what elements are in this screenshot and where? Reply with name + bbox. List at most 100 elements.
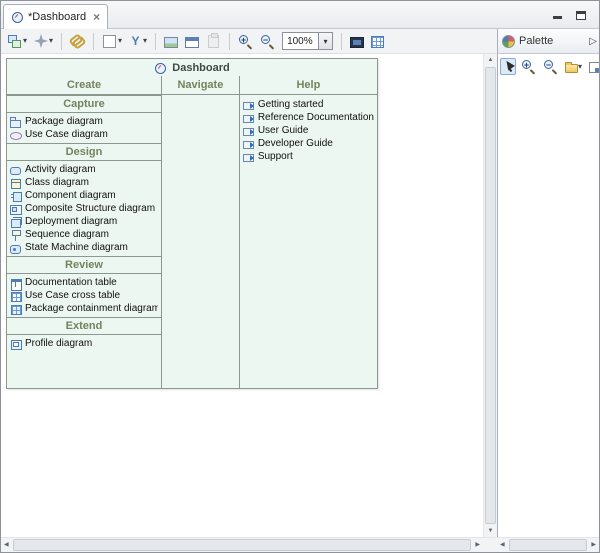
chevron-down-icon[interactable]: ▾ — [578, 63, 582, 71]
snapshot-icon — [350, 37, 364, 48]
dashboard-widget[interactable]: Dashboard Create Capture — [6, 58, 378, 389]
paste-button[interactable] — [204, 32, 223, 51]
dashboard-create-item[interactable]: Documentation table — [7, 276, 161, 289]
navigate-column: Navigate — [162, 76, 240, 388]
dashboard-create-item[interactable]: Sequence diagram — [7, 228, 161, 241]
dashboard-create-item[interactable]: Activity diagram — [7, 163, 161, 176]
smart-layout-button[interactable]: ▾ — [32, 32, 55, 50]
zoom-in-button[interactable]: + — [236, 32, 255, 51]
section-items: Profile diagram — [7, 335, 161, 352]
dashboard-create-item[interactable]: State Machine diagram — [7, 241, 161, 254]
diagram-toolbar: ▾ ▾ ▾ Y ▾ — [1, 29, 497, 54]
dashboard-create-item[interactable]: Class diagram — [7, 176, 161, 189]
section-header: Design — [7, 144, 161, 161]
snapshot-button[interactable] — [348, 33, 366, 50]
palette-horizontal-scrollbar[interactable]: ◀ ▶ — [497, 538, 599, 552]
horizontal-scrollbar[interactable]: ◀ ▶ — [1, 538, 483, 552]
minimize-button[interactable] — [551, 8, 563, 20]
section-items: Package diagram Use Case diagram — [7, 113, 161, 143]
palette-horizontal-scrollbar-thumb[interactable] — [509, 539, 587, 551]
deployment-diagram-icon — [10, 216, 22, 228]
dashboard-help-item[interactable]: Support — [240, 150, 377, 163]
dashboard-create-item[interactable]: Profile diagram — [7, 337, 161, 350]
dashboard-create-item[interactable]: Use Case cross table — [7, 289, 161, 302]
help-link-icon — [243, 125, 255, 137]
scroll-left-icon[interactable]: ◀ — [4, 541, 9, 548]
help-column-header: Help — [240, 76, 377, 95]
export-image-button[interactable] — [162, 33, 180, 50]
clipboard-icon — [208, 35, 219, 48]
palette-header[interactable]: Palette ▷ — [497, 29, 600, 54]
maximize-button[interactable] — [575, 8, 587, 20]
palette-panel: + − ▾ ▾ — [497, 54, 600, 537]
dashboard-help-item[interactable]: Developer Guide — [240, 137, 377, 150]
zoom-out-button[interactable]: − — [258, 32, 277, 51]
region-icon — [589, 62, 600, 73]
palette-tools: + − ▾ ▾ — [498, 54, 600, 79]
dashboard-help-item[interactable]: User Guide — [240, 124, 377, 137]
zoom-in-tool-button[interactable]: + — [519, 57, 538, 76]
chevron-down-icon[interactable]: ▾ — [23, 37, 27, 45]
cursor-arrow-icon — [502, 60, 514, 73]
close-icon[interactable]: × — [93, 11, 100, 23]
toolbar-row: ▾ ▾ ▾ Y ▾ — [1, 29, 599, 54]
create-sections: Capture Package diagram — [7, 95, 161, 352]
scroll-left-icon[interactable]: ◀ — [500, 541, 505, 548]
dashboard-help-item[interactable]: Getting started — [240, 98, 377, 111]
zoom-in-icon: + — [521, 59, 536, 74]
profile-diagram-icon — [10, 338, 22, 350]
dashboard-create-item[interactable]: Deployment diagram — [7, 215, 161, 228]
scroll-down-icon[interactable]: ▼ — [484, 528, 497, 534]
create-element-button[interactable]: ▾ — [5, 32, 29, 51]
diagram-nodes-icon — [7, 34, 22, 49]
image-icon — [164, 37, 178, 48]
chevron-down-icon[interactable]: ▾ — [49, 37, 53, 45]
dashboard-create-item[interactable]: Use Case diagram — [7, 128, 161, 141]
toolbar-separator — [61, 33, 62, 50]
palette-expand-icon[interactable]: ▷ — [589, 36, 597, 47]
dashboard-help-item[interactable]: Reference Documentation — [240, 111, 377, 124]
toolbar-separator — [155, 33, 156, 50]
diagram-canvas[interactable]: Dashboard Create Capture — [1, 54, 483, 537]
zoom-out-icon: − — [543, 59, 558, 74]
scroll-right-icon[interactable]: ▶ — [475, 541, 480, 548]
dashboard-create-item[interactable]: Component diagram — [7, 189, 161, 202]
zoom-region-tool-button[interactable]: ▾ — [587, 59, 600, 75]
toolbar-separator — [341, 33, 342, 50]
dashboard-create-item[interactable]: Package containment diagram — [7, 302, 161, 315]
selection-tool-button[interactable] — [500, 58, 516, 75]
editor-window-button[interactable] — [183, 33, 201, 50]
scroll-up-icon[interactable]: ▲ — [484, 57, 497, 63]
chevron-down-icon[interactable]: ▾ — [118, 37, 122, 45]
scroll-right-icon[interactable]: ▶ — [591, 541, 596, 548]
vertical-scrollbar[interactable]: ▲ ▼ — [483, 54, 497, 537]
chevron-down-icon[interactable]: ▾ — [318, 32, 333, 50]
zoom-level-combo[interactable]: 100% ▾ — [282, 32, 333, 50]
toolbar-separator — [93, 33, 94, 50]
dashboard-body: Create Capture — [7, 76, 377, 388]
zoom-out-tool-button[interactable]: − — [541, 57, 560, 76]
link-editor-button[interactable] — [68, 32, 87, 51]
fork-icon: Y — [129, 34, 142, 49]
chevron-down-icon[interactable]: ▾ — [143, 37, 147, 45]
help-column: Help Getting started — [240, 76, 377, 388]
connection-style-button[interactable]: Y ▾ — [127, 32, 149, 51]
bottom-scroll-strip: ◀ ▶ ◀ ▶ — [1, 537, 599, 552]
tab-dashboard[interactable]: *Dashboard × — [3, 4, 108, 29]
item-label: Use Case diagram — [25, 129, 108, 140]
zoom-level-value[interactable]: 100% — [282, 32, 318, 50]
dashboard-create-item[interactable]: Composite Structure diagram — [7, 202, 161, 215]
item-label: Support — [258, 151, 293, 162]
item-label: Composite Structure diagram — [25, 203, 155, 214]
dashboard-create-item[interactable]: Package diagram — [7, 115, 161, 128]
editor-tab-bar: *Dashboard × — [1, 1, 599, 29]
item-label: Activity diagram — [25, 164, 96, 175]
item-label: Documentation table — [25, 277, 117, 288]
vertical-scrollbar-thumb[interactable] — [485, 67, 496, 524]
item-label: Profile diagram — [25, 338, 92, 349]
section-header: Review — [7, 257, 161, 274]
grid-button[interactable] — [369, 33, 386, 50]
horizontal-scrollbar-thumb[interactable] — [13, 539, 471, 551]
note-tool-button[interactable]: ▾ — [563, 59, 584, 75]
frame-mode-button[interactable]: ▾ — [100, 32, 124, 51]
